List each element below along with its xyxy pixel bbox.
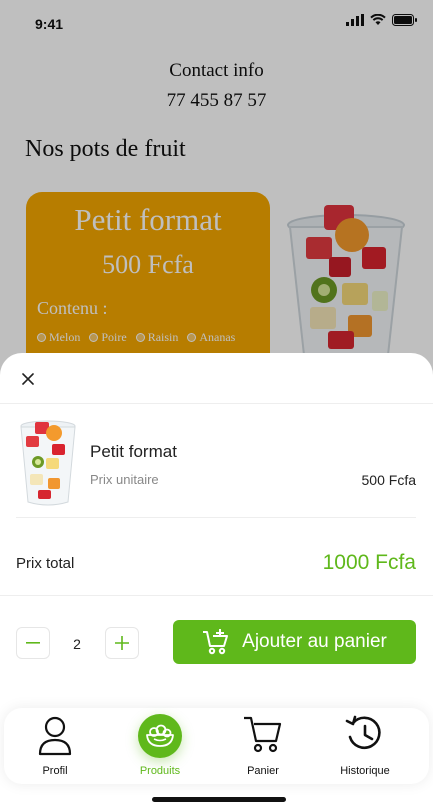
- item-unit-price: 500 Fcfa: [361, 472, 416, 488]
- add-to-cart-label: Ajouter au panier: [242, 631, 387, 652]
- tab-historique[interactable]: Historique: [320, 708, 410, 784]
- fruit-bowl-icon: [146, 724, 174, 747]
- quantity-value: 2: [73, 636, 81, 652]
- minus-icon: [26, 642, 40, 644]
- tab-label: Produits: [139, 765, 181, 777]
- item-unit-price-label: Prix unitaire: [90, 472, 159, 487]
- cart-add-icon: [203, 629, 229, 655]
- close-icon: [22, 373, 34, 385]
- tab-label: Historique: [340, 765, 390, 777]
- tab-panier[interactable]: Panier: [218, 708, 308, 784]
- quantity-decrease-button[interactable]: [16, 627, 50, 659]
- active-tab-indicator: [138, 714, 182, 758]
- total-value: 1000 Fcfa: [322, 551, 416, 574]
- total-label: Prix total: [16, 555, 75, 572]
- history-icon: [345, 715, 381, 750]
- close-button[interactable]: [18, 369, 38, 389]
- home-indicator: [152, 797, 286, 802]
- user-icon: [38, 716, 72, 756]
- tab-label: Panier: [247, 765, 279, 777]
- tab-produits[interactable]: Produits: [115, 708, 205, 784]
- tab-profil[interactable]: Profil: [10, 708, 100, 784]
- cart-icon: [244, 716, 282, 753]
- bottom-tab-bar: Profil Produits Panier Historique: [4, 708, 429, 784]
- divider: [0, 595, 433, 596]
- add-to-cart-button[interactable]: Ajouter au panier: [173, 620, 416, 664]
- divider: [0, 403, 433, 404]
- item-thumbnail: [20, 420, 76, 506]
- divider: [16, 517, 416, 518]
- quantity-increase-button[interactable]: [105, 627, 139, 659]
- plus-icon: [115, 636, 129, 650]
- tab-label: Profil: [42, 765, 68, 777]
- item-name: Petit format: [90, 442, 177, 461]
